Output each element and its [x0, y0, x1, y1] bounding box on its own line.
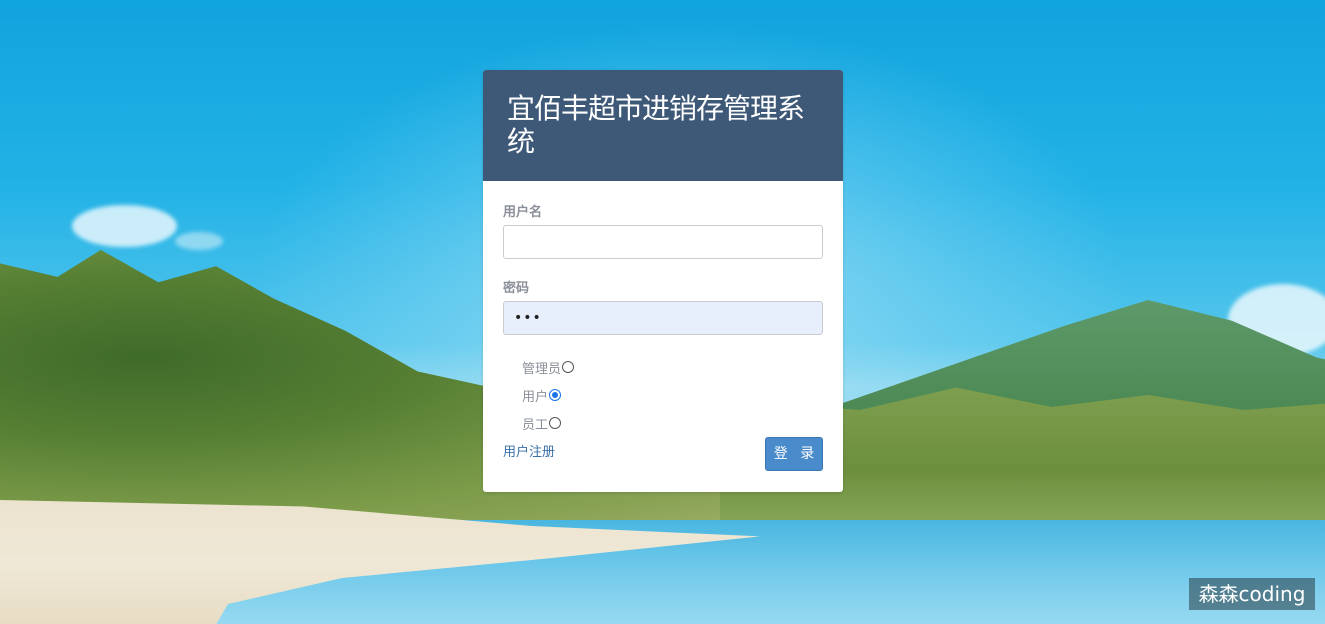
cloud-left [72, 205, 177, 247]
login-panel: 宜佰丰超市进销存管理系统 用户名 密码 ••• 管理员 用户 员工 用户注册 登… [483, 70, 843, 492]
role-selector: 管理员 用户 员工 [503, 353, 823, 437]
role-label-admin: 管理员 [522, 361, 562, 377]
username-input[interactable] [503, 225, 823, 259]
role-label-employee: 员工 [522, 417, 549, 433]
login-button[interactable]: 登 录 [765, 437, 823, 471]
role-option-admin[interactable]: 管理员 [522, 353, 823, 381]
login-form: 用户名 密码 ••• 管理员 用户 员工 用户注册 登 录 [483, 181, 843, 481]
register-link[interactable]: 用户注册 [503, 441, 555, 460]
role-label-user: 用户 [522, 389, 549, 405]
role-radio-employee[interactable] [549, 417, 562, 429]
form-actions: 用户注册 登 录 [503, 437, 823, 481]
login-header: 宜佰丰超市进销存管理系统 [483, 70, 843, 181]
password-input[interactable]: ••• [503, 301, 823, 335]
role-option-user[interactable]: 用户 [522, 381, 823, 409]
watermark: 森森coding [1189, 578, 1315, 610]
cloud-left-small [175, 232, 223, 250]
password-label: 密码 [503, 281, 530, 296]
role-radio-admin[interactable] [562, 361, 575, 373]
role-option-employee[interactable]: 员工 [522, 409, 823, 437]
role-radio-user[interactable] [549, 389, 562, 401]
page-title: 宜佰丰超市进销存管理系统 [507, 92, 805, 158]
background-scene: 宜佰丰超市进销存管理系统 用户名 密码 ••• 管理员 用户 员工 用户注册 登… [0, 0, 1325, 624]
username-label: 用户名 [503, 205, 543, 220]
